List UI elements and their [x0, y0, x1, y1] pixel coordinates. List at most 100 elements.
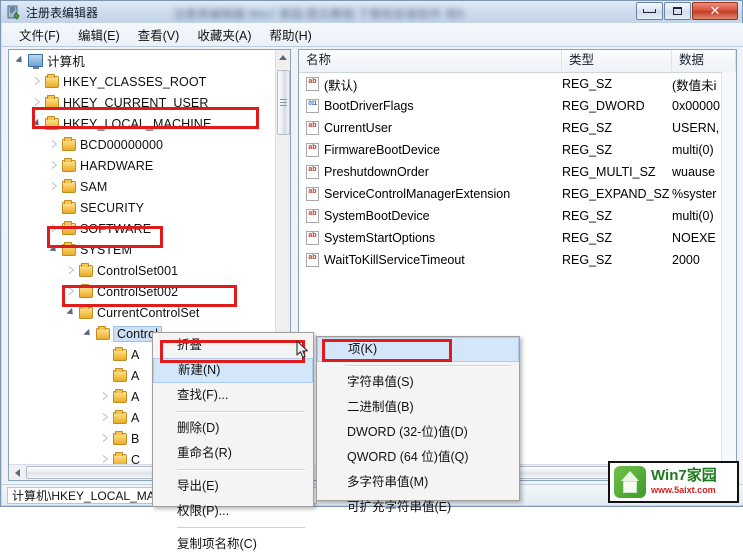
chevron-down-icon[interactable]	[49, 244, 60, 255]
chevron-down-icon[interactable]	[15, 55, 26, 66]
tree-node-8[interactable]: SECURITY	[9, 197, 277, 218]
maximize-button[interactable]	[664, 2, 691, 20]
tree-node-3[interactable]: HKEY_CURRENT_USER	[9, 92, 277, 113]
tree-node-5[interactable]: BCD00000000	[9, 134, 277, 155]
column-header-2[interactable]: 类型	[562, 50, 672, 71]
chevron-right-icon[interactable]	[49, 160, 60, 171]
folder-icon	[62, 178, 76, 193]
menu-2[interactable]: 编辑(E)	[69, 23, 129, 46]
value-row[interactable]: ab ServiceControlManagerExtension REG_EXPA…	[299, 183, 736, 205]
value-row[interactable]: ab PreshutdownOrder REG_MULTI_SZ wuause	[299, 161, 736, 183]
value-name-text: SystemStartOptions	[324, 231, 436, 245]
chevron-right-icon[interactable]	[100, 454, 111, 464]
menu-item-4[interactable]: 二进制值(B)	[317, 395, 519, 420]
folder-icon	[45, 115, 59, 130]
value-row[interactable]: ab FirmwareBootDevice REG_SZ multi(0)	[299, 139, 736, 161]
menu-item-11[interactable]: 复制项名称(C)	[153, 532, 313, 557]
tree-scroll-left-button[interactable]	[9, 465, 25, 480]
string-value-icon: ab	[306, 253, 319, 267]
menu-item-3[interactable]: 字符串值(S)	[317, 370, 519, 395]
menu-item-5[interactable]: DWORD (32-位)值(D)	[317, 420, 519, 445]
chevron-right-icon[interactable]	[100, 433, 111, 444]
menu-3[interactable]: 查看(V)	[129, 23, 189, 46]
chevron-right-icon[interactable]	[49, 139, 60, 150]
values-list[interactable]: ab (默认) REG_SZ (数值未i 011 BootDriverFlags REG_D…	[299, 73, 736, 271]
window-controls: ✕	[635, 2, 738, 22]
value-row[interactable]: ab SystemBootDevice REG_SZ multi(0)	[299, 205, 736, 227]
binary-value-icon: 011	[306, 99, 319, 113]
menu-item-5[interactable]: 删除(D)	[153, 416, 313, 441]
value-type-cell: REG_SZ	[562, 143, 613, 157]
menu-separator	[345, 365, 511, 367]
chevron-right-icon[interactable]	[100, 412, 111, 423]
menu-item-7[interactable]: 多字符串值(M)	[317, 470, 519, 495]
chevron-right-icon[interactable]	[32, 97, 43, 108]
tree-node-label: HARDWARE	[80, 158, 154, 173]
tree-node-9[interactable]: SOFTWARE	[9, 218, 277, 239]
menu-item-6[interactable]: 重命名(R)	[153, 441, 313, 466]
context-menu[interactable]: 折叠 新建(N) 查找(F)... 删除(D) 重命名(R) 导出(E) 权限(P)... 复…	[152, 332, 314, 551]
tree-node-2[interactable]: HKEY_CLASSES_ROOT	[9, 71, 277, 92]
tree-node-7[interactable]: SAM	[9, 176, 277, 197]
chevron-right-icon[interactable]	[66, 265, 77, 276]
tree-node-10[interactable]: SYSTEM	[9, 239, 277, 260]
value-data-cell: NOEXE	[672, 231, 716, 245]
value-name-text: BootDriverFlags	[324, 99, 414, 113]
column-header-1[interactable]: 名称	[299, 50, 562, 71]
value-name-text: CurrentUser	[324, 121, 393, 135]
values-vertical-scrollbar[interactable]	[721, 72, 736, 464]
grip-icon	[280, 99, 287, 106]
menu-separator	[177, 469, 305, 471]
folder-icon	[62, 220, 76, 235]
registry-editor-icon	[7, 5, 20, 20]
menu-item-6[interactable]: QWORD (64 位)值(Q)	[317, 445, 519, 470]
mouse-cursor-icon	[296, 340, 308, 358]
new-submenu[interactable]: 项(K) 字符串值(S) 二进制值(B) DWORD (32-位)值(D) QWORD …	[316, 336, 520, 514]
menu-item-3[interactable]: 查找(F)...	[153, 383, 313, 408]
value-row[interactable]: 011 BootDriverFlags REG_DWORD 0x00000	[299, 95, 736, 117]
tree-node-11[interactable]: ControlSet001	[9, 260, 277, 281]
string-value-icon: ab	[306, 209, 319, 223]
chevron-right-icon[interactable]	[49, 181, 60, 192]
tree-scroll-up-button[interactable]	[276, 50, 290, 65]
chevron-down-icon[interactable]	[66, 307, 77, 318]
tree-node-13[interactable]: CurrentControlSet	[9, 302, 277, 323]
tree-node-1[interactable]: 计算机	[9, 50, 277, 71]
folder-icon	[113, 346, 127, 361]
close-icon: ✕	[709, 3, 721, 18]
menu-item-8[interactable]: 导出(E)	[153, 474, 313, 499]
chevron-right-icon[interactable]	[66, 286, 77, 297]
menu-5[interactable]: 帮助(H)	[260, 23, 320, 46]
menu-item-1[interactable]: 折叠	[153, 333, 313, 358]
close-button[interactable]: ✕	[692, 2, 738, 20]
value-row[interactable]: ab (默认) REG_SZ (数值未i	[299, 73, 736, 95]
chevron-right-icon[interactable]	[49, 223, 60, 234]
menu-item-1[interactable]: 项(K)	[317, 337, 519, 362]
menu-item-2[interactable]: 新建(N)	[153, 358, 313, 383]
chevron-down-icon[interactable]	[32, 118, 43, 129]
string-value-icon: ab	[306, 77, 319, 91]
menu-1[interactable]: 文件(F)	[10, 23, 69, 46]
value-name-cell: ab SystemBootDevice	[306, 209, 430, 223]
title-bar[interactable]: 注册表编辑器 注册表编辑器 Win7 家园 图文教程 下载和安装软件 地址 ✕	[1, 1, 742, 23]
tree-node-6[interactable]: HARDWARE	[9, 155, 277, 176]
tree-vertical-scroll-thumb[interactable]	[277, 70, 290, 135]
value-row[interactable]: ab WaitToKillServiceTimeout REG_SZ 2000	[299, 249, 736, 271]
column-header-3[interactable]: 数据	[672, 50, 736, 71]
chevron-down-icon[interactable]	[83, 328, 94, 339]
value-type-cell: REG_SZ	[562, 253, 613, 267]
value-row[interactable]: ab SystemStartOptions REG_SZ NOEXE	[299, 227, 736, 249]
menu-item-9[interactable]: 权限(P)...	[153, 499, 313, 524]
minimize-button[interactable]	[636, 2, 663, 20]
value-row[interactable]: ab CurrentUser REG_SZ USERN,	[299, 117, 736, 139]
chevron-right-icon[interactable]	[100, 391, 111, 402]
spacer-icon	[100, 349, 111, 360]
menu-item-8[interactable]: 可扩充字符串值(E)	[317, 495, 519, 520]
tree-node-4[interactable]: HKEY_LOCAL_MACHINE	[9, 113, 277, 134]
menu-separator	[177, 411, 305, 413]
chevron-right-icon[interactable]	[32, 76, 43, 87]
string-value-icon: ab	[306, 165, 319, 179]
tree-node-label: A	[131, 410, 140, 425]
menu-4[interactable]: 收藏夹(A)	[188, 23, 260, 46]
tree-node-12[interactable]: ControlSet002	[9, 281, 277, 302]
